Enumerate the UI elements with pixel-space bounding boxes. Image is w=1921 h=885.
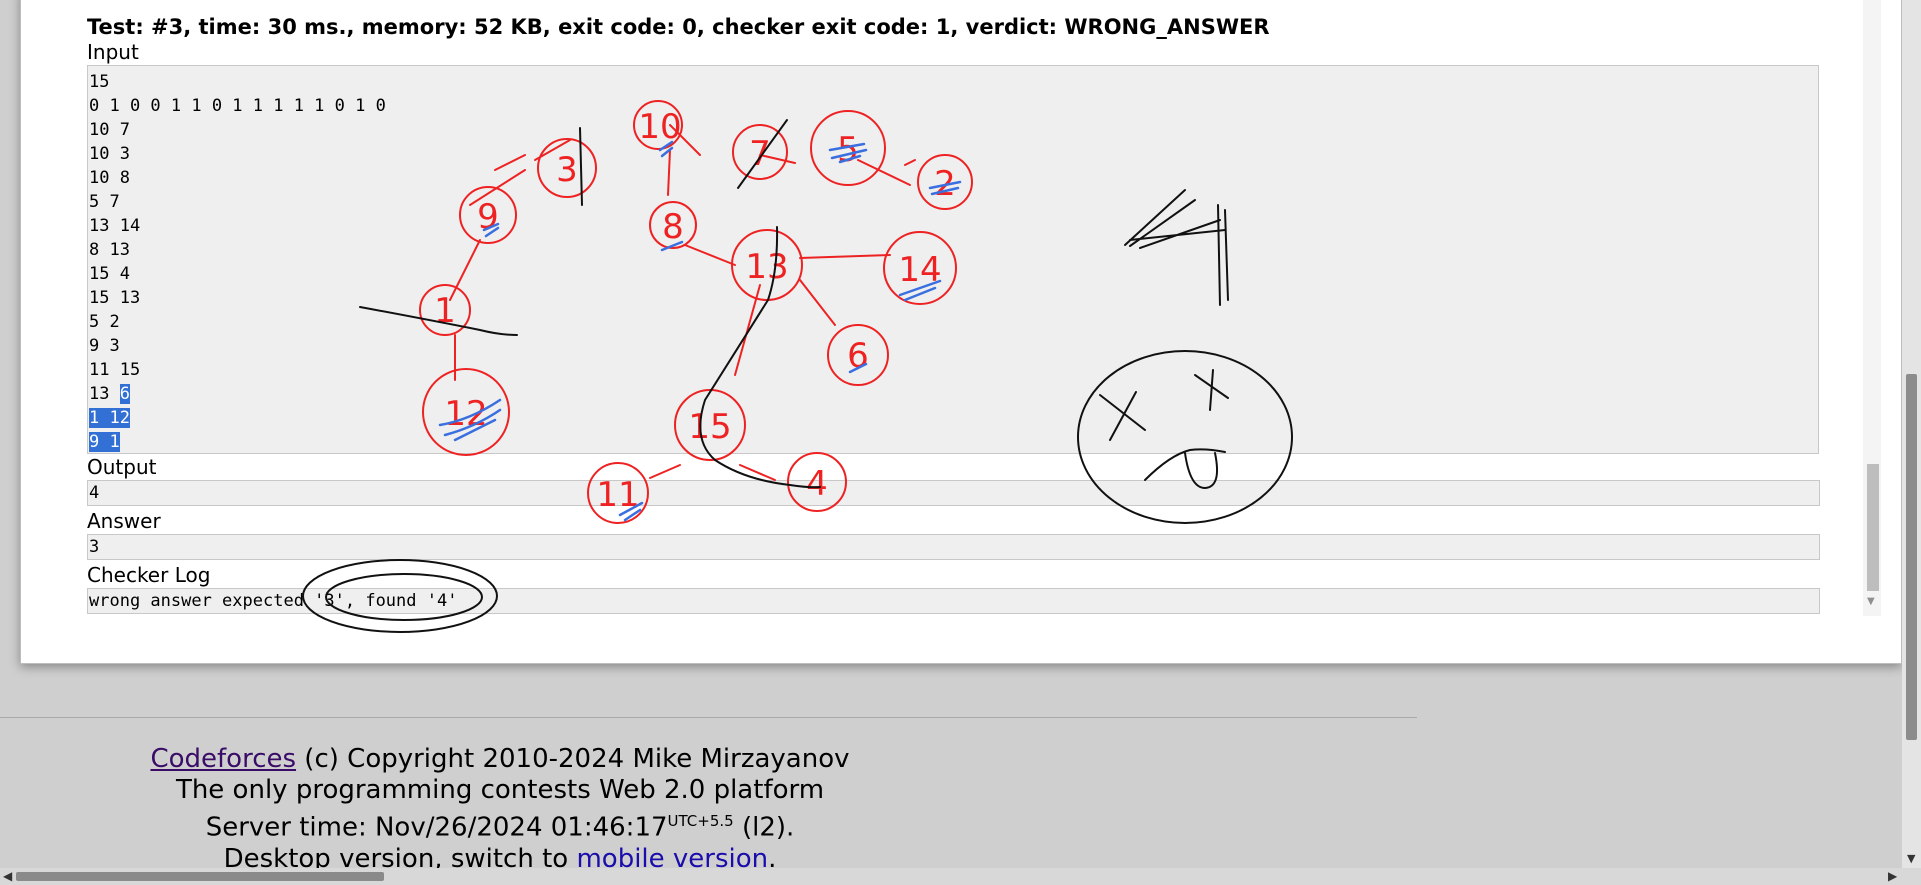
input-line: 11 15 [89, 360, 141, 380]
input-line: 10 8 [89, 168, 130, 188]
input-line-selected: 1 12 [88, 406, 1818, 430]
footer-server-time: Server time: Nov/26/2024 01:46:17UTC+5.5… [205, 812, 795, 843]
dialog-scrollbar-thumb[interactable] [1867, 464, 1879, 591]
input-line: 10 3 [89, 144, 130, 164]
test-verdict-line: Test: #3, time: 30 ms., memory: 52 KB, e… [87, 15, 1270, 39]
input-line: 5 7 [89, 192, 120, 212]
scroll-left-arrow-icon[interactable]: ◀ [3, 869, 12, 883]
input-line: 9 3 [89, 336, 120, 356]
page-vertical-scrollbar[interactable]: ▼ [1902, 0, 1921, 868]
page-footer: Codeforces (c) Copyright 2010-2024 Mike … [0, 744, 1000, 875]
test-details-content: Test: #3, time: 30 ms., memory: 52 KB, e… [87, 15, 1841, 614]
dialog-scrollbar[interactable]: ▼ [1863, 0, 1881, 616]
selected-text: 1 12 [89, 408, 130, 428]
checker-log-box[interactable]: wrong answer expected '3', found '4' [87, 588, 1820, 614]
input-line-partial-selection: 13 6 [89, 384, 130, 404]
input-line: 15 [89, 72, 110, 92]
scroll-down-arrow-icon[interactable]: ▼ [1907, 852, 1915, 865]
input-line: 8 13 [89, 240, 130, 260]
page-divider [0, 717, 1417, 718]
checker-log-label: Checker Log [87, 563, 211, 587]
input-line: 15 13 [89, 288, 141, 308]
selected-text: 6 [119, 384, 130, 404]
footer-copyright-line: Codeforces (c) Copyright 2010-2024 Mike … [0, 744, 1000, 775]
input-label: Input [87, 40, 139, 64]
copyright-text: (c) Copyright 2010-2024 Mike Mirzayanov [296, 744, 850, 774]
horizontal-scrollbar-thumb[interactable] [16, 872, 384, 881]
scrollbar-corner [1902, 868, 1921, 885]
input-line: 5 2 [89, 312, 120, 332]
dialog-scroll-down-arrow-icon[interactable]: ▼ [1867, 596, 1875, 607]
input-line: 10 7 [89, 120, 130, 140]
footer-tagline: The only programming contests Web 2.0 pl… [175, 775, 825, 805]
test-details-dialog: Test: #3, time: 30 ms., memory: 52 KB, e… [20, 0, 1902, 664]
page-scrollbar-thumb[interactable] [1906, 374, 1917, 740]
scroll-right-arrow-icon[interactable]: ▶ [1888, 869, 1897, 883]
selected-text: 9 1 [89, 432, 120, 452]
input-line: 13 14 [89, 216, 141, 236]
input-line: 0 1 0 0 1 1 0 1 1 1 1 1 0 1 0 [89, 96, 386, 116]
answer-label: Answer [87, 509, 161, 533]
answer-box[interactable]: 3 [87, 534, 1820, 560]
output-label: Output [87, 455, 157, 479]
input-line: 15 4 [89, 264, 130, 284]
timezone-label: UTC+5.5 [667, 812, 734, 830]
page-horizontal-scrollbar[interactable]: ◀ ▶ [0, 868, 1902, 885]
codeforces-link[interactable]: Codeforces [150, 744, 296, 774]
input-box[interactable]: 15 0 1 0 0 1 1 0 1 1 1 1 1 0 1 0 10 7 10 3 1… [87, 65, 1819, 454]
input-line-selected: 9 1 [88, 430, 1818, 454]
output-box[interactable]: 4 [87, 480, 1820, 506]
